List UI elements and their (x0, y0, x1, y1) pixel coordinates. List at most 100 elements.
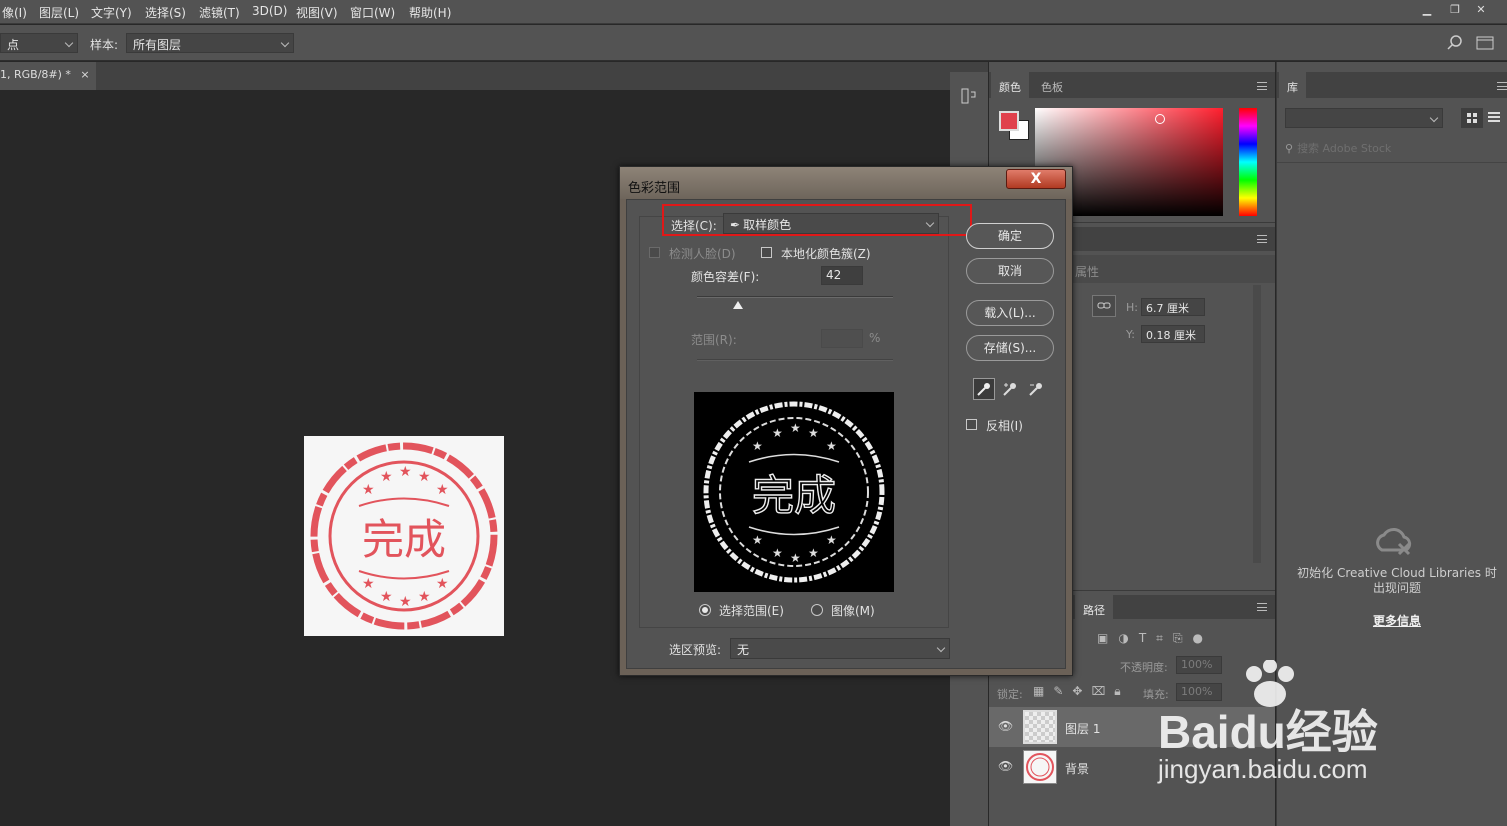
sample-size-select[interactable]: 点 (0, 33, 78, 53)
menu-image[interactable]: 像(I) (2, 4, 27, 21)
lock-pixels-icon[interactable]: ▦ (1033, 684, 1044, 699)
visibility-eye-icon[interactable]: 👁︎ (998, 759, 1013, 773)
menu-bar: 像(I) 图层(L) 文字(Y) 选择(S) 滤镜(T) 3D(D) 视图(V)… (0, 0, 1507, 24)
menu-window[interactable]: 窗口(W) (350, 4, 395, 21)
more-info-link[interactable]: 更多信息 (1297, 612, 1497, 629)
image-radio[interactable] (811, 604, 823, 616)
menu-3d[interactable]: 3D(D) (252, 4, 287, 18)
fuzziness-slider-thumb[interactable] (733, 301, 744, 309)
range-label: 范围(R): (691, 333, 737, 347)
menu-view[interactable]: 视图(V) (296, 4, 338, 21)
stock-search-input[interactable]: 搜索 Adobe Stock (1297, 140, 1391, 156)
minimize-icon[interactable]: ▁ (1412, 0, 1442, 18)
lock-paint-icon[interactable]: ✎ (1053, 684, 1063, 699)
lock-all-icon[interactable]: 🔒︎ (1114, 684, 1120, 699)
workspace-icon[interactable] (1476, 36, 1494, 53)
invert-checkbox[interactable] (966, 419, 977, 430)
grid-view-icon[interactable] (1461, 108, 1483, 128)
svg-text:★: ★ (808, 426, 819, 440)
filter-type-icon[interactable]: T (1139, 631, 1146, 646)
stock-search-icon: ⚲ (1285, 141, 1294, 155)
panel-menu-icon[interactable] (1257, 82, 1267, 90)
ok-button[interactable]: 确定 (966, 223, 1054, 249)
eyedropper-minus-icon[interactable] (1025, 378, 1047, 400)
layer-thumbnail (1023, 710, 1057, 744)
detect-faces-checkbox[interactable] (649, 247, 660, 258)
history-icon[interactable] (960, 87, 978, 108)
search-icon[interactable] (1447, 35, 1463, 54)
svg-text:★: ★ (772, 546, 783, 560)
fuzziness-input[interactable]: 42 (821, 266, 863, 285)
properties-scrollbar[interactable] (1253, 285, 1261, 563)
lock-position-icon[interactable]: ✥ (1072, 684, 1082, 699)
filter-image-icon[interactable]: ▣ (1097, 631, 1108, 646)
menu-type[interactable]: 文字(Y) (91, 4, 132, 21)
select-dropdown[interactable]: ✒︎ 取样颜色 (723, 213, 939, 234)
link-icon[interactable] (1092, 295, 1116, 317)
layers-menu-icon[interactable] (1257, 603, 1267, 611)
tab-library[interactable]: 库 (1279, 72, 1306, 98)
eyedropper-icon: ✒︎ (730, 218, 741, 232)
properties-tab-label[interactable]: 属性 (1075, 263, 1099, 280)
sample-label: 样本: (90, 38, 119, 52)
preview-stamp-text: 完成 (752, 471, 836, 520)
cancel-button[interactable]: 取消 (966, 258, 1054, 284)
color-picker-ring[interactable] (1155, 114, 1165, 124)
range-slider[interactable] (697, 359, 893, 361)
svg-text:★: ★ (752, 439, 763, 453)
localized-clusters-checkbox[interactable] (761, 247, 772, 258)
eyedropper-plus-icon[interactable] (999, 378, 1021, 400)
svg-text:★: ★ (418, 469, 431, 485)
tab-paths[interactable]: 路径 (1075, 595, 1113, 619)
svg-text:★: ★ (380, 589, 393, 605)
foreground-color-swatch[interactable] (999, 111, 1019, 131)
library-menu-icon[interactable] (1497, 82, 1507, 90)
lock-artboard-icon[interactable]: ⌧ (1091, 684, 1105, 699)
range-input[interactable] (821, 329, 863, 348)
lock-label: 锁定: (997, 688, 1023, 701)
preview-mode-select[interactable]: 无 (730, 638, 950, 659)
library-error-message: 初始化 Creative Cloud Libraries 时出现问题 (1297, 566, 1497, 595)
localized-clusters-label: 本地化颜色簇(Z) (781, 247, 871, 261)
hue-slider[interactable] (1239, 108, 1257, 216)
close-tab-icon[interactable]: × (80, 68, 89, 81)
y-field[interactable]: 0.18 厘米 (1141, 325, 1205, 343)
tab-color[interactable]: 颜色 (991, 72, 1029, 98)
visibility-eye-icon[interactable]: 👁︎ (998, 719, 1013, 733)
sample-layers-select[interactable]: 所有图层 (126, 33, 294, 53)
fuzziness-slider[interactable] (697, 296, 893, 298)
stamp-image: ★ ★ ★ ★ ★ ★ ★ ★ ★ ★ 完成 (310, 442, 498, 630)
height-label: H: (1126, 301, 1138, 314)
filter-shape-icon[interactable]: ⌗ (1156, 631, 1163, 646)
layer-name: 图层 1 (1065, 722, 1101, 736)
document-tab[interactable]: 1, RGB/8#) * × (0, 62, 96, 90)
dialog-close-button[interactable]: X (1006, 169, 1066, 189)
library-select[interactable] (1285, 108, 1443, 128)
options-bar: 点 样本: 所有图层 (0, 25, 1507, 61)
list-view-icon[interactable] (1487, 110, 1501, 127)
select-label: 选择(C): (671, 219, 717, 233)
menu-help[interactable]: 帮助(H) (409, 4, 451, 21)
tab-swatches[interactable]: 色板 (1033, 72, 1071, 98)
selection-radio[interactable] (699, 604, 711, 616)
dialog-titlebar[interactable]: 色彩范围 X (620, 167, 1072, 199)
filter-toggle-icon[interactable]: ● (1193, 631, 1203, 646)
menu-layer[interactable]: 图层(L) (39, 4, 79, 21)
y-label: Y: (1126, 328, 1135, 341)
svg-text:★: ★ (436, 482, 449, 498)
close-window-icon[interactable]: ✕ (1466, 0, 1496, 18)
document-image[interactable]: ★ ★ ★ ★ ★ ★ ★ ★ ★ ★ 完成 (304, 436, 504, 636)
color-range-dialog: 色彩范围 X 选择(C): ✒︎ 取样颜色 检测人脸(D) 本地化颜色簇(Z) 颜… (619, 166, 1073, 676)
menu-filter[interactable]: 滤镜(T) (199, 4, 240, 21)
selection-preview[interactable]: ★ ★ ★ ★ ★ ★ ★ ★ ★ ★ 完成 (694, 392, 894, 592)
properties-menu-icon[interactable] (1257, 235, 1267, 243)
filter-smart-icon[interactable]: ⎘ (1173, 631, 1183, 646)
preview-mode-label: 选区预览: (669, 643, 722, 657)
filter-adjust-icon[interactable]: ◑ (1118, 631, 1128, 646)
menu-select[interactable]: 选择(S) (145, 4, 186, 21)
height-field[interactable]: 6.7 厘米 (1141, 298, 1205, 316)
eyedropper-icon[interactable] (973, 378, 995, 400)
layer-name: 背景 (1065, 762, 1090, 776)
load-button[interactable]: 载入(L)... (966, 300, 1054, 326)
save-button[interactable]: 存储(S)... (966, 335, 1054, 361)
